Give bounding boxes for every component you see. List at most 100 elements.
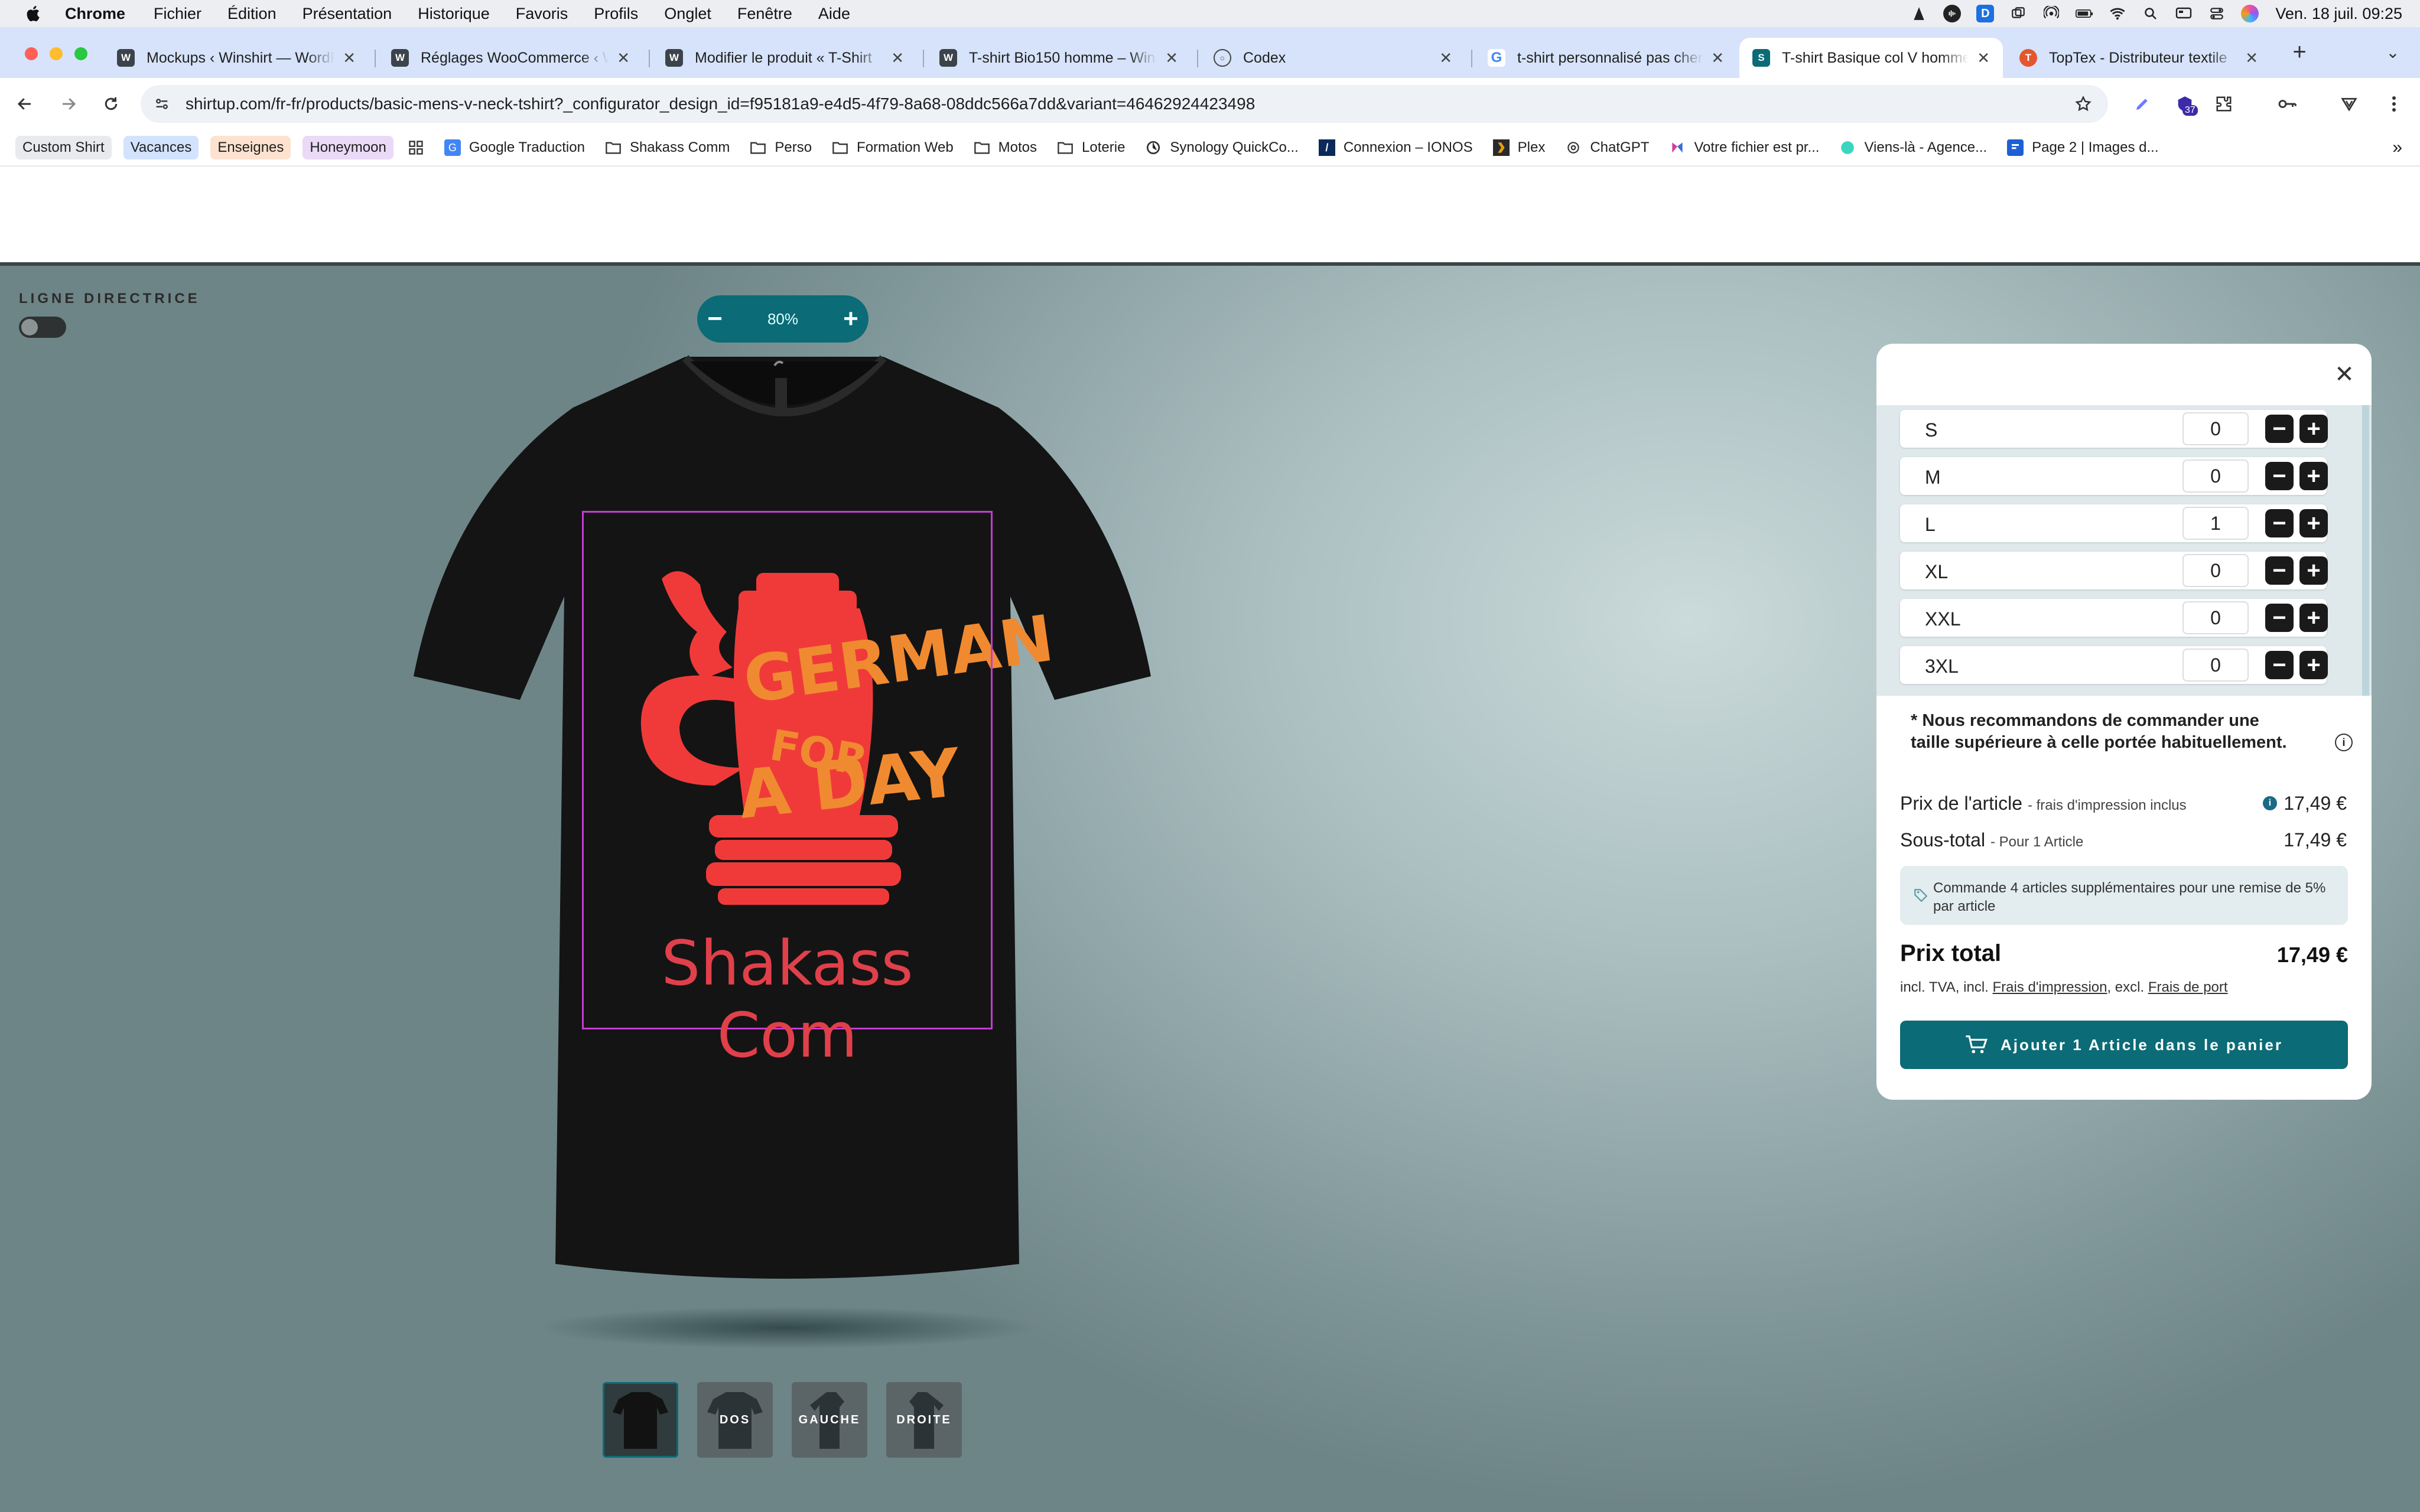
size-qty-input[interactable]: 0 — [2182, 601, 2249, 634]
view-thumb-front[interactable] — [603, 1382, 678, 1458]
chrome-menu-icon[interactable] — [2381, 91, 2407, 117]
guide-line-toggle[interactable] — [19, 317, 66, 338]
size-qty-input[interactable]: 1 — [2182, 507, 2249, 540]
bookmark-vacances[interactable]: Vacances — [123, 136, 199, 159]
zoom-out-button[interactable]: − — [697, 301, 733, 337]
bookmark-plex[interactable]: Plex — [1492, 139, 1545, 156]
battery-icon[interactable] — [2076, 5, 2093, 22]
bookmark-page-2-images[interactable]: Page 2 | Images d... — [2007, 139, 2159, 156]
view-thumb-back[interactable]: DOS — [697, 1382, 773, 1458]
menu-presentation[interactable]: Présentation — [302, 5, 392, 23]
close-tab-icon[interactable]: ✕ — [1439, 49, 1452, 67]
airdrop-icon[interactable] — [2042, 5, 2060, 22]
siri-icon[interactable] — [2241, 5, 2259, 22]
view-thumb-right[interactable]: DROITE — [886, 1382, 962, 1458]
view-thumb-left[interactable]: GAUCHE — [792, 1382, 867, 1458]
bookmark-folder-loterie[interactable]: Loterie — [1057, 139, 1125, 156]
wifi-icon[interactable] — [2109, 5, 2126, 22]
apple-icon[interactable] — [24, 4, 44, 24]
size-qty-input[interactable]: 0 — [2182, 554, 2249, 587]
close-tab-icon[interactable]: ✕ — [891, 49, 904, 67]
menu-fenetre[interactable]: Fenêtre — [737, 5, 792, 23]
zoom-in-button[interactable]: + — [833, 301, 869, 337]
tab-mockups[interactable]: W Mockups ‹ Winshirt — WordPress ✕ — [104, 38, 369, 78]
menubar-clock[interactable]: Ven. 18 juil. 09:25 — [2275, 5, 2402, 23]
tab-tshirt-bio150[interactable]: W T-shirt Bio150 homme – Winshirt ✕ — [926, 38, 1191, 78]
bookmark-google-traduction[interactable]: G Google Traduction — [444, 139, 585, 156]
bookmark-folder-perso[interactable]: Perso — [750, 139, 812, 156]
size-increment-button[interactable]: + — [2299, 462, 2328, 490]
size-list-scrollbar[interactable] — [2362, 405, 2369, 696]
close-panel-icon[interactable]: ✕ — [2331, 361, 2357, 387]
forward-arrow-icon[interactable] — [56, 91, 82, 117]
windows-icon[interactable] — [2009, 5, 2027, 22]
bookmark-folder-motos[interactable]: Motos — [974, 139, 1037, 156]
dashlane-icon[interactable]: D — [1976, 5, 1995, 22]
menu-historique[interactable]: Historique — [418, 5, 490, 23]
size-decrement-button[interactable]: − — [2265, 604, 2294, 632]
bookmark-custom-shirt[interactable]: Custom Shirt — [15, 136, 112, 159]
size-increment-button[interactable]: + — [2299, 415, 2328, 443]
apps-grid-icon[interactable] — [408, 139, 424, 156]
size-decrement-button[interactable]: − — [2265, 651, 2294, 679]
close-window-button[interactable] — [25, 47, 38, 60]
design-text-shakass-com[interactable]: Shakass Com — [582, 927, 993, 1071]
bookmark-enseignes[interactable]: Enseignes — [210, 136, 291, 159]
zoom-window-button[interactable] — [74, 47, 87, 60]
size-decrement-button[interactable]: − — [2265, 556, 2294, 585]
tab-google-search[interactable]: G t-shirt personnalisé pas cher ✕ — [1475, 38, 1737, 78]
tab-codex[interactable]: ○ Codex ✕ — [1201, 38, 1465, 78]
vpn-shield-icon[interactable] — [2336, 91, 2362, 117]
size-qty-input[interactable]: 0 — [2182, 412, 2249, 445]
menu-edition[interactable]: Édition — [227, 5, 277, 23]
tab-search-chevron-icon[interactable]: ⌄ — [2380, 39, 2406, 65]
close-tab-icon[interactable]: ✕ — [343, 49, 356, 67]
size-qty-input[interactable]: 0 — [2182, 460, 2249, 493]
back-arrow-icon[interactable] — [12, 91, 38, 117]
bookmark-honeymoon[interactable]: Honeymoon — [302, 136, 393, 159]
address-bar[interactable]: shirtup.com/fr-fr/products/basic-mens-v-… — [141, 85, 2108, 123]
site-info-icon[interactable] — [149, 91, 175, 117]
close-tab-icon[interactable]: ✕ — [1711, 49, 1724, 67]
bookmark-synology[interactable]: Synology QuickCo... — [1145, 139, 1299, 156]
add-to-cart-button[interactable]: Ajouter 1 Article dans le panier — [1900, 1021, 2348, 1069]
address-url[interactable]: shirtup.com/fr-fr/products/basic-mens-v-… — [186, 94, 1255, 113]
size-increment-button[interactable]: + — [2299, 509, 2328, 537]
close-tab-icon[interactable]: ✕ — [1977, 49, 1990, 67]
menu-favoris[interactable]: Favoris — [516, 5, 568, 23]
more-bookmarks-chevron-icon[interactable]: » — [2392, 138, 2402, 158]
menu-fichier[interactable]: Fichier — [154, 5, 201, 23]
reload-icon[interactable] — [98, 91, 124, 117]
size-increment-button[interactable]: + — [2299, 604, 2328, 632]
screen-mirroring-icon[interactable] — [2175, 5, 2193, 22]
size-decrement-button[interactable]: − — [2265, 462, 2294, 490]
recommendation-info-icon[interactable]: i — [2335, 734, 2353, 751]
tab-toptex[interactable]: T TopTex - Distributeur textile ✕ — [2006, 38, 2271, 78]
shipping-fees-link[interactable]: Frais de port — [2148, 979, 2228, 995]
size-qty-input[interactable]: 0 — [2182, 649, 2249, 682]
minimize-window-button[interactable] — [50, 47, 63, 60]
menu-aide[interactable]: Aide — [818, 5, 850, 23]
extensions-puzzle-icon[interactable] — [2211, 91, 2237, 117]
audio-icon[interactable] — [1943, 5, 1962, 22]
spotlight-icon[interactable] — [2142, 5, 2159, 22]
bookmark-star-icon[interactable] — [2070, 91, 2096, 117]
bookmark-folder-shakass-comm[interactable]: Shakass Comm — [605, 139, 730, 156]
bookmark-chatgpt[interactable]: ChatGPT — [1565, 139, 1649, 156]
tab-woocommerce-settings[interactable]: W Réglages WooCommerce ‹ Winshirt ✕ — [378, 38, 643, 78]
menu-profils[interactable]: Profils — [594, 5, 638, 23]
extension-badge-icon[interactable]: 37 — [2172, 91, 2198, 117]
tab-edit-product[interactable]: W Modifier le produit « T-Shirt ✕ — [652, 38, 917, 78]
close-tab-icon[interactable]: ✕ — [2245, 49, 2258, 67]
bookmark-folder-formation-web[interactable]: Formation Web — [832, 139, 954, 156]
size-increment-button[interactable]: + — [2299, 556, 2328, 585]
control-center-icon[interactable] — [2208, 5, 2226, 22]
bookmark-viens-la[interactable]: Viens-là - Agence... — [1839, 139, 1987, 156]
close-tab-icon[interactable]: ✕ — [1165, 49, 1178, 67]
extension-pen-icon[interactable] — [2129, 91, 2155, 117]
password-key-icon[interactable] — [2275, 91, 2301, 117]
size-decrement-button[interactable]: − — [2265, 415, 2294, 443]
printing-fees-link[interactable]: Frais d'impression — [1993, 979, 2107, 995]
tab-shirtup-active[interactable]: S T-shirt Basique col V homme ✕ — [1739, 38, 2003, 78]
vlc-icon[interactable] — [1910, 5, 1928, 22]
